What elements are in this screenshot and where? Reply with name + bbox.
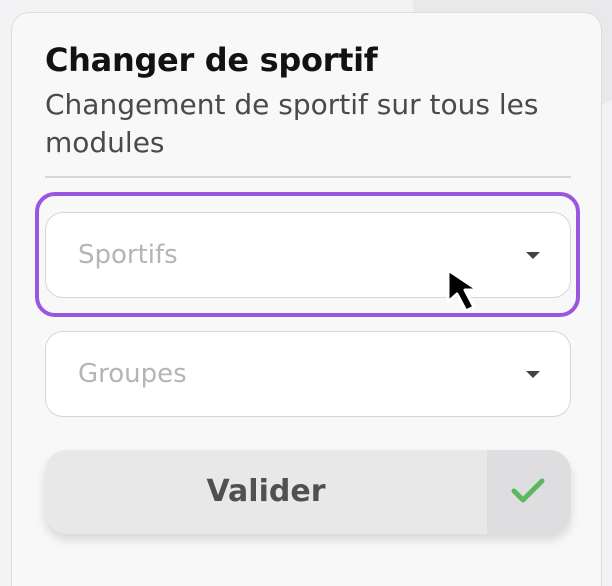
validate-button[interactable]: Valider (45, 450, 571, 534)
check-icon-area (487, 450, 571, 534)
page-title: Changer de sportif (45, 41, 378, 79)
groupes-placeholder: Groupes (78, 359, 187, 389)
sportifs-select[interactable]: Sportifs (45, 212, 571, 298)
divider (45, 176, 571, 178)
groupes-select[interactable]: Groupes (45, 331, 571, 417)
caret-down-icon (526, 252, 540, 259)
mouse-pointer-icon (446, 268, 480, 313)
caret-down-icon (526, 371, 540, 378)
validate-button-label: Valider (206, 474, 326, 509)
page-subtitle: Changement de sportif sur tous les modul… (45, 88, 539, 159)
page: Changer de sportif Changement de sportif… (0, 0, 612, 586)
check-icon (511, 478, 545, 503)
sportifs-placeholder: Sportifs (78, 240, 178, 270)
